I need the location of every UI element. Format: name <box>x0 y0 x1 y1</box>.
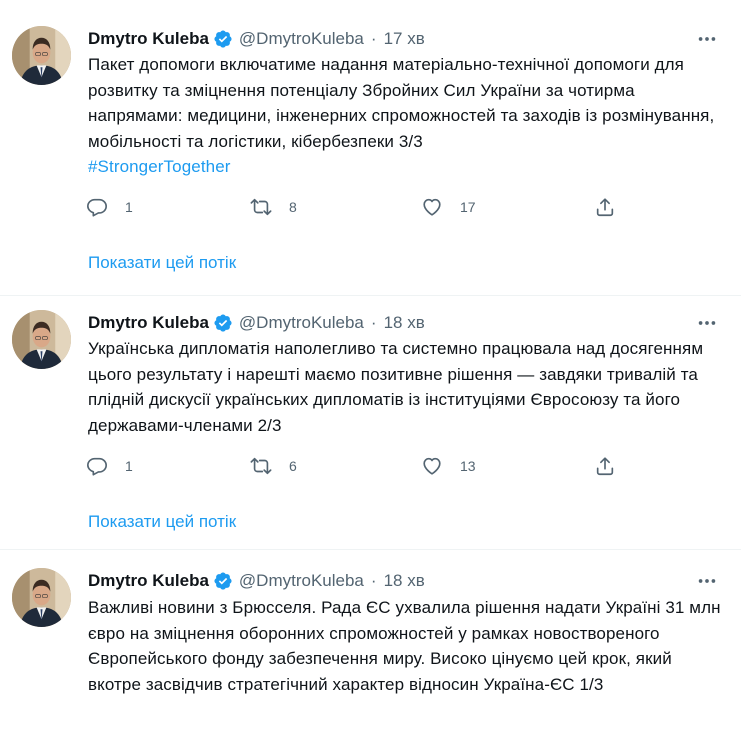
action-bar: 1 8 17 <box>86 194 626 220</box>
retweet-button[interactable]: 8 <box>250 194 297 220</box>
retweet-icon <box>250 196 272 218</box>
more-options-icon[interactable] <box>692 26 722 52</box>
share-icon <box>594 196 616 218</box>
author-handle[interactable]: @DmytroKuleba <box>239 571 364 591</box>
more-options-icon[interactable] <box>692 568 722 594</box>
separator-dot: · <box>370 313 377 332</box>
timestamp[interactable]: 18 хв <box>384 313 425 333</box>
share-button[interactable] <box>594 194 616 220</box>
separator-dot: · <box>370 571 377 590</box>
tweet-text: Українська дипломатія наполегливо та сис… <box>88 336 728 438</box>
retweet-count: 6 <box>289 458 297 474</box>
action-bar: 1 6 13 <box>86 453 626 479</box>
verified-badge-icon <box>213 29 233 49</box>
author-name[interactable]: Dmytro Kuleba <box>88 29 209 49</box>
show-thread-link[interactable]: Показати цей потік <box>88 512 236 532</box>
tweet[interactable]: Dmytro Kuleba @DmytroKuleba · 17 хв Паке… <box>0 0 741 295</box>
reply-icon <box>86 196 108 218</box>
author-name[interactable]: Dmytro Kuleba <box>88 571 209 591</box>
like-icon <box>421 455 443 477</box>
like-count: 17 <box>460 199 476 215</box>
tweet-text-content: Пакет допомоги включатиме надання матері… <box>88 55 715 151</box>
reply-button[interactable]: 1 <box>86 453 133 479</box>
show-thread-link[interactable]: Показати цей потік <box>88 253 236 273</box>
hashtag-link[interactable]: #StrongerTogether <box>88 154 728 180</box>
share-button[interactable] <box>594 453 616 479</box>
tweet-header: Dmytro Kuleba @DmytroKuleba · 18 хв <box>88 569 425 593</box>
avatar[interactable] <box>12 26 71 85</box>
reply-icon <box>86 455 108 477</box>
retweet-count: 8 <box>289 199 297 215</box>
verified-badge-icon <box>213 313 233 333</box>
tweet-text: Пакет допомоги включатиме надання матері… <box>88 52 728 180</box>
reply-count: 1 <box>125 458 133 474</box>
author-handle[interactable]: @DmytroKuleba <box>239 29 364 49</box>
more-options-icon[interactable] <box>692 310 722 336</box>
reply-count: 1 <box>125 199 133 215</box>
avatar[interactable] <box>12 310 71 369</box>
reply-button[interactable]: 1 <box>86 194 133 220</box>
tweet-header: Dmytro Kuleba @DmytroKuleba · 18 хв <box>88 311 425 335</box>
like-button[interactable]: 13 <box>421 453 476 479</box>
tweet-text-content: Важливі новини з Брюсселя. Рада ЄС ухвал… <box>88 598 721 694</box>
tweet[interactable]: Dmytro Kuleba @DmytroKuleba · 18 хв Важл… <box>0 550 741 737</box>
retweet-button[interactable]: 6 <box>250 453 297 479</box>
tweet[interactable]: Dmytro Kuleba @DmytroKuleba · 18 хв Укра… <box>0 296 741 549</box>
timestamp[interactable]: 18 хв <box>384 571 425 591</box>
timestamp[interactable]: 17 хв <box>384 29 425 49</box>
separator-dot: · <box>370 29 377 48</box>
tweet-text: Важливі новини з Брюсселя. Рада ЄС ухвал… <box>88 595 728 697</box>
author-name[interactable]: Dmytro Kuleba <box>88 313 209 333</box>
verified-badge-icon <box>213 571 233 591</box>
tweet-header: Dmytro Kuleba @DmytroKuleba · 17 хв <box>88 27 425 51</box>
avatar[interactable] <box>12 568 71 627</box>
author-handle[interactable]: @DmytroKuleba <box>239 313 364 333</box>
like-count: 13 <box>460 458 476 474</box>
like-icon <box>421 196 443 218</box>
tweet-text-content: Українська дипломатія наполегливо та сис… <box>88 339 704 435</box>
share-icon <box>594 455 616 477</box>
retweet-icon <box>250 455 272 477</box>
like-button[interactable]: 17 <box>421 194 476 220</box>
